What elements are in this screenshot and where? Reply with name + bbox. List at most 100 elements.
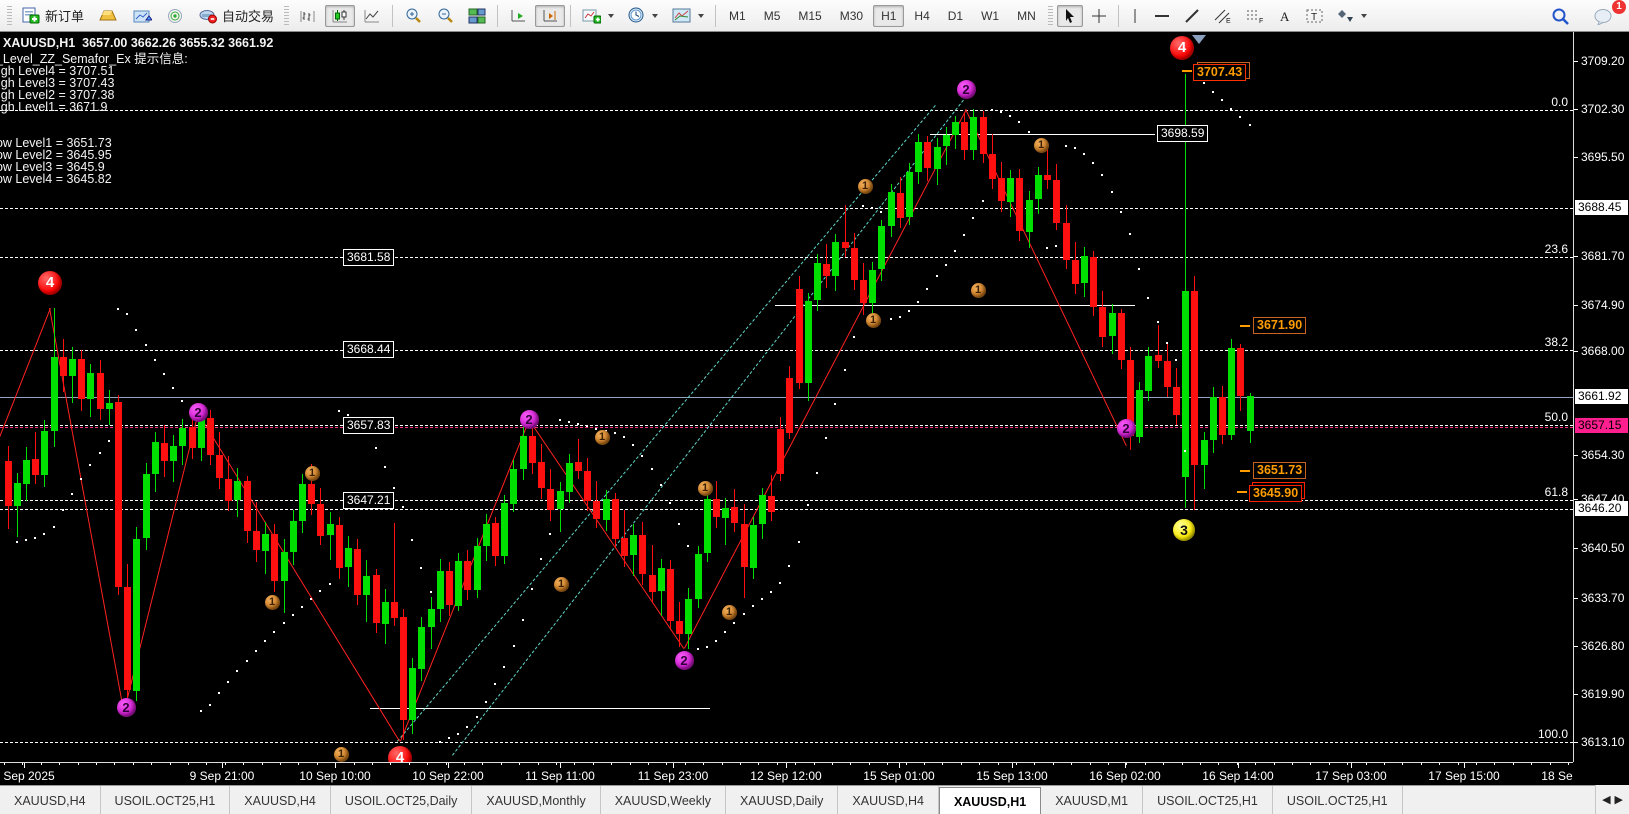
chart-publish-button[interactable] [126,5,158,27]
chart-tab-xauusd-h1[interactable]: XAUUSD,H1 [938,787,1042,814]
price-axis-tick [1574,256,1578,257]
periods-button-caret-icon [652,13,659,18]
time-axis[interactable]: 9 Sep 2025 9 Sep 21:00 10 Sep 10:00 10 Sep … [0,762,1573,786]
psar-dot [954,250,956,252]
line-chart-button[interactable] [357,5,387,27]
psar-dot [283,622,285,624]
fibonacci-button[interactable]: F [1240,5,1270,27]
template-button-caret-icon [698,13,705,18]
mt4-window: 新订单 自动交易 M1 M5 M15 M30 H1 H4 D1 W1 MN E F A T 1 4221114… [0,0,1629,814]
candle-body [1007,178,1014,202]
candle-body [1099,307,1106,337]
semafor-1-marker: 1 [721,604,737,620]
timeframe-m30-button[interactable]: M30 [832,5,871,27]
price-axis-label: 3654.30 [1581,448,1625,462]
psar-dot [375,447,377,449]
text-button[interactable]: A [1272,5,1298,27]
chart-tab-xauusd-h4[interactable]: XAUUSD,H4 [838,786,939,814]
time-axis-minor-tick [390,763,391,765]
tab-scroll-left-icon[interactable]: ◀ [1602,793,1610,806]
candle-body [1191,291,1198,465]
time-axis-label: 16 Sep 14:00 [1202,769,1274,783]
autotrade-button[interactable]: 自动交易 [192,5,280,27]
timeframe-h4-button[interactable]: H4 [906,5,937,27]
shapes-button-caret-icon [1360,13,1367,18]
time-axis-minor-tick [1568,763,1569,765]
toolbar-separator [570,4,572,27]
time-axis-minor-tick [1421,763,1422,765]
candle-body [860,280,867,303]
psar-dot [448,737,450,739]
chart-tab-xauusd-h4[interactable]: XAUUSD,H4 [0,786,101,814]
indicators-button[interactable] [576,5,620,27]
search-button[interactable] [1545,5,1576,27]
candle-body [492,523,499,556]
candlestick-chart-button[interactable] [325,4,356,27]
time-axis-minor-tick [1218,763,1219,765]
gold-icon [98,8,118,24]
chart-tab-xauusd-weekly[interactable]: XAUUSD,Weekly [600,786,727,814]
symbol-ohlc-readout: XAUUSD,H1 3657.00 3662.26 3655.32 3661.9… [3,36,274,50]
psar-dot [126,313,128,315]
chart-tab-xauusd-m1[interactable]: XAUUSD,M1 [1041,786,1144,814]
time-axis-label: 12 Sep 12:00 [750,769,822,783]
chat-button[interactable]: 1 [1588,0,1626,27]
channel-button[interactable]: E [1208,5,1238,27]
gold-symbol-button[interactable] [92,5,124,27]
time-axis-minor-tick [1476,763,1477,765]
label-button[interactable]: T [1300,5,1329,27]
candle-body [418,627,425,669]
trendline-button[interactable] [1178,5,1206,27]
candle-body [593,501,600,519]
chart-tab-xauusd-daily[interactable]: XAUUSD,Daily [726,786,839,814]
tile-windows-button[interactable] [462,5,492,27]
timeframe-w1-button[interactable]: W1 [973,5,1007,27]
tab-scroll-arrows[interactable]: ◀ ▶ [1595,785,1629,814]
tab-scroll-right-icon[interactable]: ▶ [1615,793,1623,806]
chart-tab-xauusd-monthly[interactable]: XAUUSD,Monthly [472,786,601,814]
psar-dot [595,428,597,430]
timeframe-m5-button[interactable]: M5 [756,5,789,27]
zoom-out-button[interactable] [430,5,460,27]
chart-tab-usoil-oct25-daily[interactable]: USOIL.OCT25,Daily [330,786,473,814]
target-button[interactable] [160,5,190,27]
shapes-button[interactable] [1331,5,1373,27]
psar-dot [1239,116,1241,118]
chart-tab-usoil-oct25-h1[interactable]: USOIL.OCT25,H1 [1272,786,1403,814]
time-axis-minor-tick [832,763,833,765]
chart-tab-xauusd-h4[interactable]: XAUUSD,H4 [230,786,331,814]
psar-dot [687,545,689,547]
timeframe-m1-button[interactable]: M1 [721,5,754,27]
bar-chart-button[interactable] [293,5,323,27]
zoom-in-button[interactable] [398,5,428,27]
time-axis-label: 11 Sep 11:00 [525,769,595,783]
hline-button[interactable] [1148,5,1176,27]
chart-tab-usoil-oct25-h1[interactable]: USOIL.OCT25,H1 [100,786,231,814]
svg-text:F: F [1259,18,1263,24]
semafor-1-marker: 1 [1033,137,1049,153]
autoscroll-button[interactable] [503,5,533,27]
candle-body [170,446,177,461]
crosshair-button[interactable] [1085,5,1113,27]
timeframe-h1-button[interactable]: H1 [873,4,905,27]
chart-tab-usoil-oct25-h1[interactable]: USOIL.OCT25,H1 [1143,786,1273,814]
timeframe-d1-button[interactable]: D1 [940,5,971,27]
chart-shift-button[interactable] [535,4,566,27]
candle-body [244,481,251,531]
chart-plot-area[interactable]: 4 2 2 1 1 1 4 2 1 1 2 1 1 1 1 2 1 1 2 3 4 3681.58 3668.44 3657.… [0,32,1573,762]
candle-body [897,193,904,218]
template-button[interactable] [666,5,710,27]
vline-icon [1130,8,1140,24]
new-order-button[interactable]: 新订单 [16,5,90,27]
psar-dot [586,425,588,427]
psar-dot [1028,131,1030,133]
fib-price-label: 3668.44 [343,341,395,358]
timeframe-mn-button[interactable]: MN [1009,5,1044,27]
price-axis[interactable]: 3709.20 3702.30 3695.50 3681.70 3674.90 3668.… [1573,32,1629,762]
timeframe-m15-button[interactable]: M15 [790,5,829,27]
time-axis-minor-tick [648,763,649,765]
vline-button[interactable] [1124,5,1146,27]
periods-button[interactable] [622,5,664,27]
time-axis-tick [448,763,449,768]
cursor-button[interactable] [1056,4,1083,27]
